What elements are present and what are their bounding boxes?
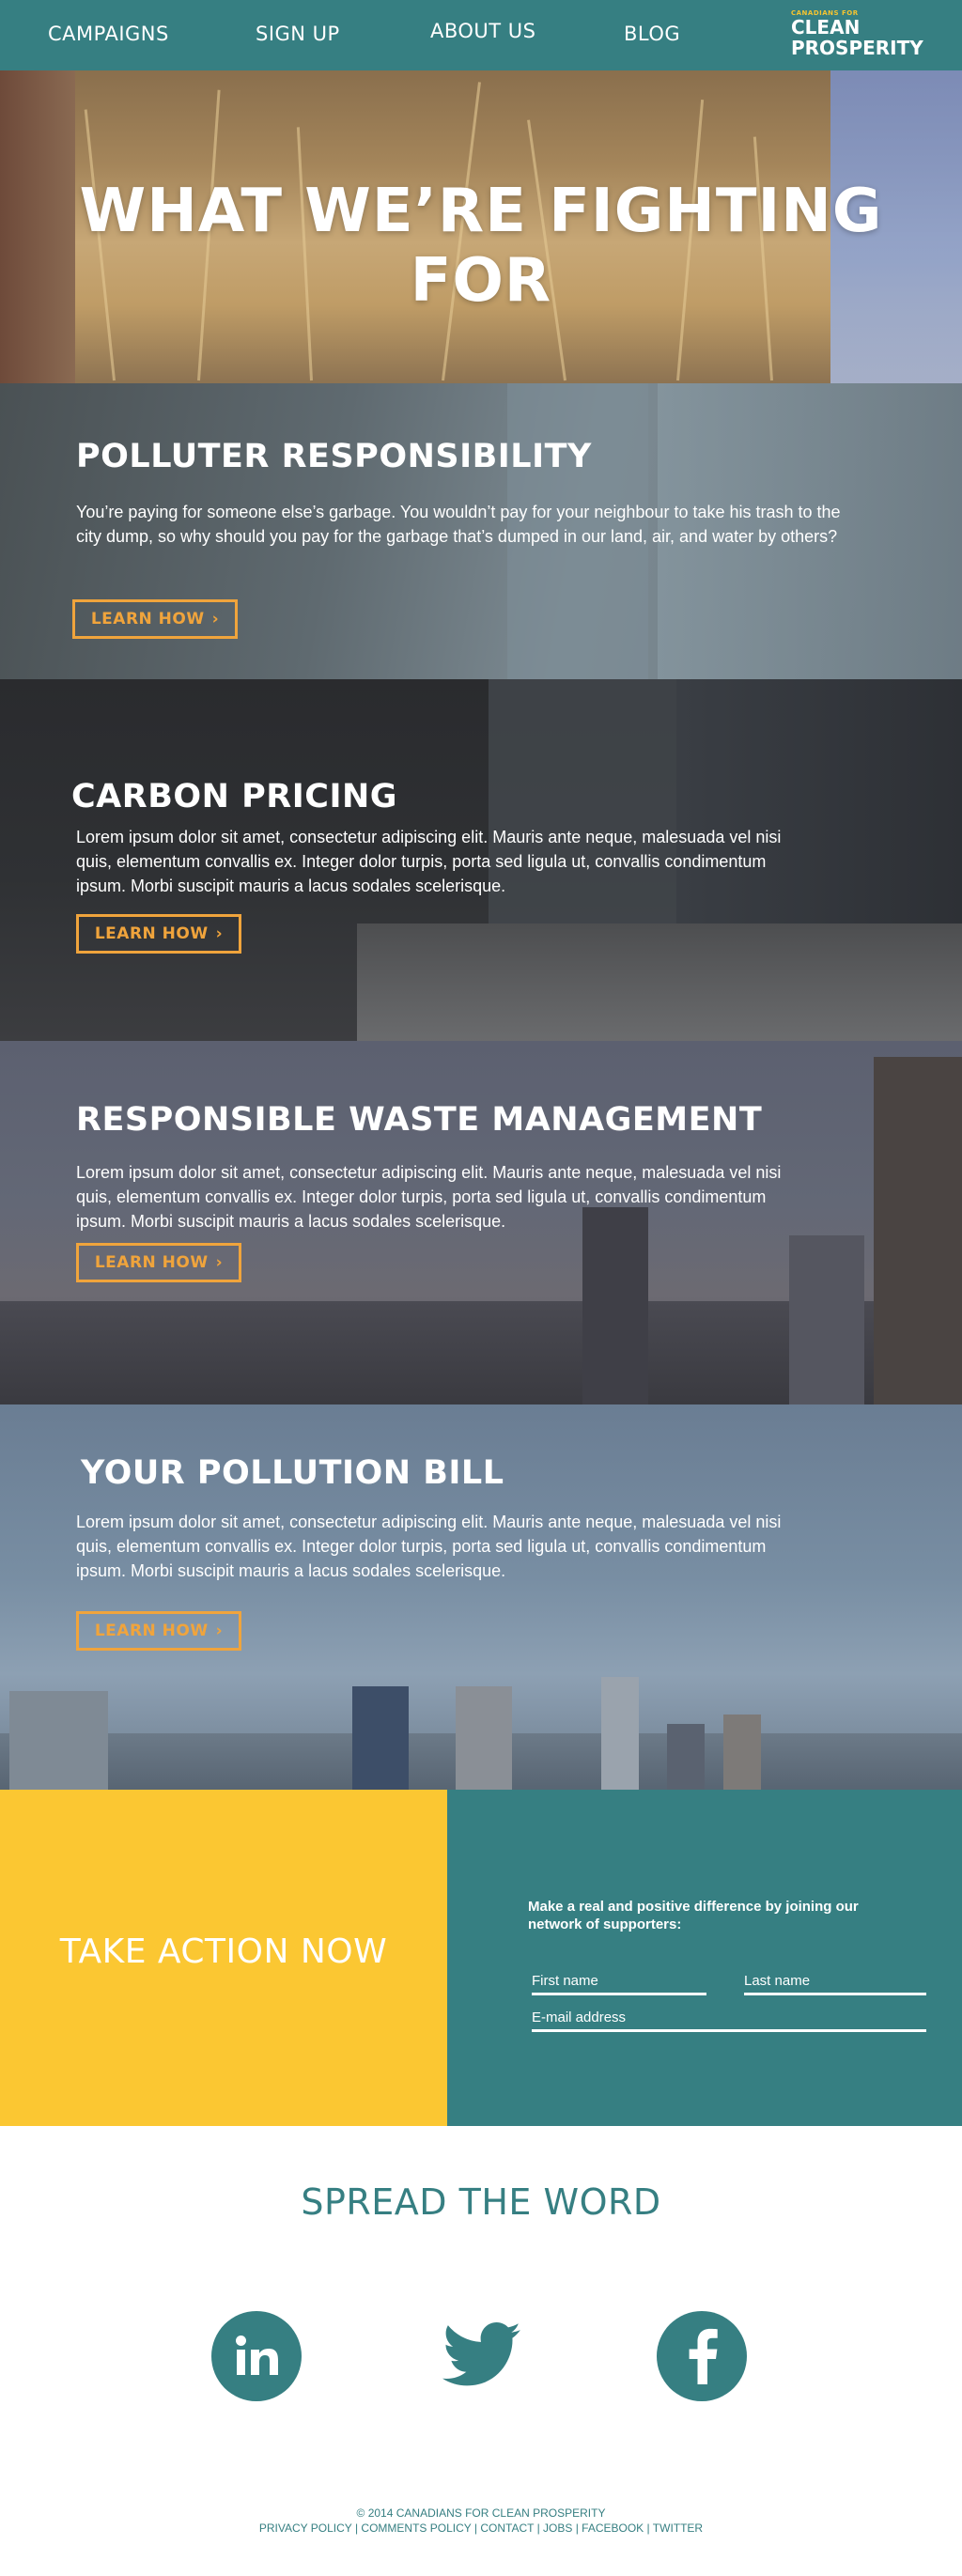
email-input[interactable] bbox=[532, 2006, 926, 2028]
building-decoration bbox=[456, 1686, 512, 1790]
linkedin-button[interactable] bbox=[211, 2311, 302, 2401]
learn-how-label: LEARN HOW bbox=[94, 924, 209, 943]
twitter-button[interactable] bbox=[436, 2311, 526, 2401]
linkedin-icon bbox=[236, 2335, 278, 2375]
take-action-title: TAKE ACTION NOW bbox=[59, 1932, 388, 1971]
footer-copyright: © 2014 CANADIANS FOR CLEAN PROSPERITY bbox=[356, 2506, 606, 2520]
building-decoration bbox=[582, 1207, 648, 1404]
section-body: You’re paying for someone else’s garbage… bbox=[76, 503, 841, 546]
section-your-pollution-bill: YOUR POLLUTION BILL Lorem ipsum dolor si… bbox=[0, 1404, 962, 1790]
nav-link-blog[interactable]: BLOG bbox=[624, 23, 680, 45]
street-decoration bbox=[357, 923, 962, 1041]
hero-title: WHAT WE’RE FIGHTING FOR bbox=[79, 177, 883, 316]
top-nav: CAMPAIGNS SIGN UP ABOUT US BLOG CANADIAN… bbox=[0, 0, 962, 70]
first-name-field-wrapper bbox=[532, 1969, 706, 1995]
building-decoration bbox=[601, 1677, 639, 1790]
section-title: YOUR POLLUTION BILL bbox=[81, 1454, 504, 1492]
footer-link-comments-policy[interactable]: COMMENTS POLICY bbox=[361, 2522, 471, 2535]
chevron-right-icon: › bbox=[215, 924, 224, 943]
last-name-input[interactable] bbox=[744, 1969, 926, 1992]
signup-form: Make a real and positive difference by j… bbox=[447, 1790, 962, 2126]
section-body: Lorem ipsum dolor sit amet, consectetur … bbox=[76, 1513, 782, 1580]
building-decoration bbox=[789, 1235, 864, 1404]
email-field-wrapper bbox=[532, 2006, 926, 2032]
section-title: CARBON PRICING bbox=[71, 778, 397, 815]
nav-link-sign-up[interactable]: SIGN UP bbox=[256, 23, 340, 45]
building-decoration bbox=[874, 1057, 962, 1404]
learn-how-label: LEARN HOW bbox=[94, 1622, 209, 1640]
section-title: RESPONSIBLE WASTE MANAGEMENT bbox=[76, 1101, 763, 1139]
chevron-right-icon: › bbox=[211, 610, 220, 628]
facebook-icon bbox=[689, 2328, 718, 2384]
footer-link-twitter[interactable]: TWITTER bbox=[653, 2522, 703, 2535]
section-polluter-responsibility: POLLUTER RESPONSIBILITY You’re paying fo… bbox=[0, 383, 962, 679]
spread-the-word-title: SPREAD THE WORD bbox=[301, 2181, 661, 2223]
building-decoration bbox=[667, 1724, 705, 1790]
take-action-panel: TAKE ACTION NOW bbox=[0, 1790, 447, 2126]
learn-how-button[interactable]: LEARN HOW › bbox=[72, 599, 238, 639]
footer-link-privacy-policy[interactable]: PRIVACY POLICY bbox=[259, 2522, 352, 2535]
chevron-right-icon: › bbox=[215, 1253, 224, 1272]
section-body: Lorem ipsum dolor sit amet, consectetur … bbox=[76, 828, 782, 895]
chevron-right-icon: › bbox=[215, 1622, 224, 1640]
footer-link-facebook[interactable]: FACEBOOK bbox=[582, 2522, 644, 2535]
learn-how-button[interactable]: LEARN HOW › bbox=[76, 914, 241, 954]
learn-how-button[interactable]: LEARN HOW › bbox=[76, 1243, 241, 1282]
site-logo[interactable]: CANADIANS FOR CLEAN PROSPERITY bbox=[791, 9, 951, 58]
section-body: Lorem ipsum dolor sit amet, consectetur … bbox=[76, 1163, 782, 1231]
hero-banner: WHAT WE’RE FIGHTING FOR bbox=[0, 70, 962, 383]
footer-links: PRIVACY POLICY | COMMENTS POLICY | CONTA… bbox=[0, 2522, 962, 2535]
learn-how-label: LEARN HOW bbox=[94, 1253, 209, 1272]
footer-link-contact[interactable]: CONTACT bbox=[480, 2522, 534, 2535]
facebook-button[interactable] bbox=[657, 2311, 747, 2401]
learn-how-label: LEARN HOW bbox=[90, 610, 205, 628]
nav-link-campaigns[interactable]: CAMPAIGNS bbox=[48, 23, 169, 45]
nav-link-about-us[interactable]: ABOUT US bbox=[430, 20, 536, 42]
section-responsible-waste-management: RESPONSIBLE WASTE MANAGEMENT Lorem ipsum… bbox=[0, 1041, 962, 1404]
first-name-input[interactable] bbox=[532, 1969, 706, 1992]
section-title: POLLUTER RESPONSIBILITY bbox=[76, 438, 592, 475]
building-decoration bbox=[723, 1715, 761, 1790]
building-decoration bbox=[352, 1686, 409, 1790]
logo-line-2: PROSPERITY bbox=[791, 37, 923, 59]
logo-line-1: CLEAN bbox=[791, 16, 861, 39]
signup-lead-text: Make a real and positive difference by j… bbox=[528, 1899, 859, 1932]
building-decoration bbox=[9, 1691, 108, 1790]
twitter-icon bbox=[442, 2322, 520, 2386]
learn-how-button[interactable]: LEARN HOW › bbox=[76, 1611, 241, 1651]
footer-link-jobs[interactable]: JOBS bbox=[543, 2522, 572, 2535]
last-name-field-wrapper bbox=[744, 1969, 926, 1995]
section-carbon-pricing: CARBON PRICING Lorem ipsum dolor sit ame… bbox=[0, 679, 962, 1041]
